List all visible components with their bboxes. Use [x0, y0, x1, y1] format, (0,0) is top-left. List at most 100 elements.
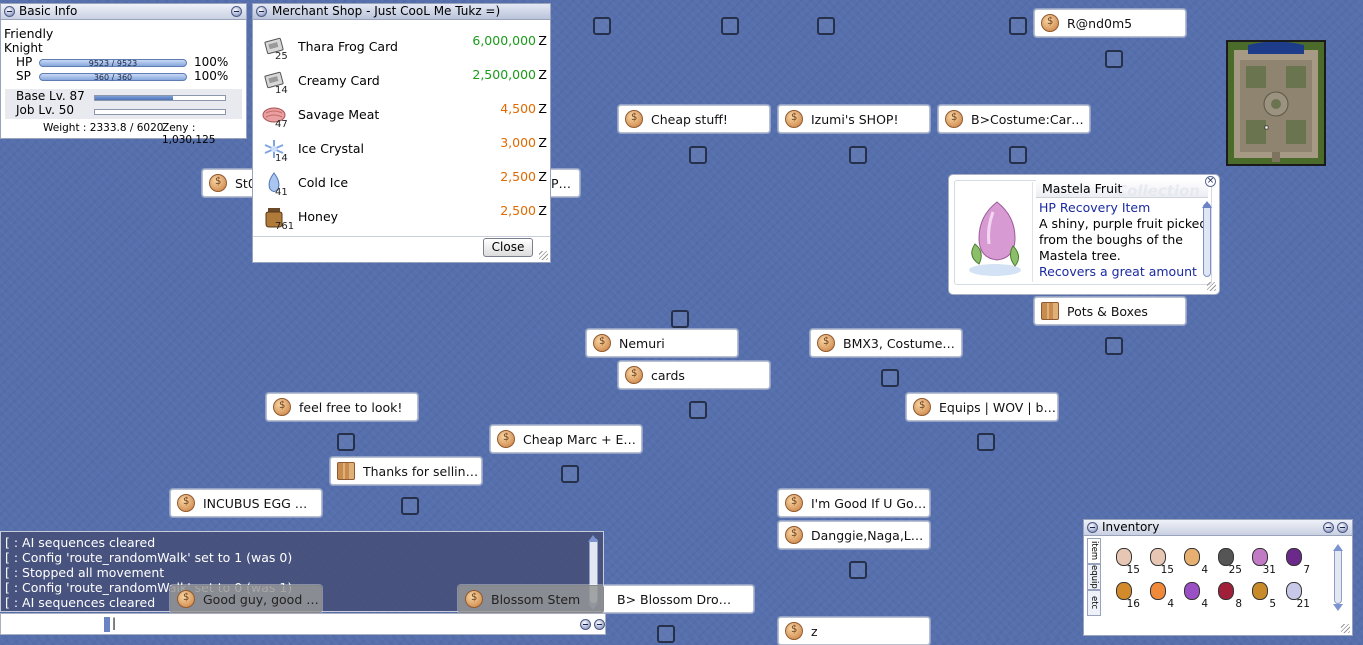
vendor-sign-randoms[interactable]: R@nd0m5 [1034, 9, 1186, 37]
scrollbar[interactable] [1203, 203, 1211, 277]
inventory-title: Inventory [1102, 520, 1160, 534]
vendor-sign-feelfree[interactable]: feel free to look! [266, 393, 418, 421]
inventory-slot[interactable]: 4 [1142, 578, 1174, 610]
vendor-sign-goodguy[interactable]: Good guy, good … [170, 585, 322, 613]
resize-grip-icon[interactable] [1341, 624, 1350, 633]
tab-item[interactable]: item [1087, 538, 1101, 564]
coin-bag-icon [1041, 14, 1059, 32]
cursor-marker [104, 617, 110, 632]
chat-line: [ : AI sequences cleared [5, 535, 156, 550]
item-price: 2,500,000 [472, 67, 536, 82]
item-qty: 14 [275, 85, 288, 96]
shop-item-row[interactable]: 47 Savage Meat 4,500 Z [253, 98, 552, 132]
collapse-icon[interactable] [1323, 522, 1334, 533]
basic-info-title: Basic Info [19, 4, 78, 18]
item-qty: 47 [275, 119, 288, 130]
basic-info-window: Basic Info Friendly Knight HP 9523 / 952… [0, 3, 247, 146]
ground-cell [1009, 146, 1027, 164]
tab-etc[interactable]: etc [1087, 590, 1101, 616]
ground-cell [561, 465, 579, 483]
resize-grip-icon[interactable] [539, 251, 548, 260]
divider [253, 236, 550, 237]
hp-percent: 100% [194, 55, 229, 69]
ground-cell [593, 17, 611, 35]
chat-option-icon[interactable] [580, 619, 591, 630]
minimize-icon[interactable] [4, 6, 15, 17]
vendor-sign-z[interactable]: z [778, 617, 930, 645]
coin-bag-icon [785, 526, 803, 544]
vendor-sign-imgood[interactable]: I'm Good If U Good [778, 489, 930, 517]
inventory-slot[interactable]: 21 [1278, 578, 1310, 610]
vendor-sign-cards[interactable]: cards [618, 361, 770, 389]
shop-titlebar[interactable]: Merchant Shop - Just CooL Me Tukz =) [253, 4, 550, 20]
minimap-image [1228, 42, 1324, 164]
vendor-sign-thanks[interactable]: Thanks for sellin… [330, 457, 482, 485]
vendor-sign-izumi[interactable]: Izumi's SHOP! [778, 105, 930, 133]
vendor-sign-blossomdro[interactable]: B> Blossom Dro… [602, 585, 754, 613]
item-desc-line: Mastela tree. [1039, 248, 1121, 263]
coin-bag-icon [625, 110, 643, 128]
inventory-slot[interactable]: 15 [1142, 544, 1174, 576]
vendor-sign-pots[interactable]: Pots & Boxes [1034, 297, 1186, 325]
vendor-sign-costume[interactable]: B>Costume:Carn… [938, 105, 1090, 133]
close-icon[interactable] [1337, 522, 1348, 533]
scroll-up-icon[interactable] [1333, 544, 1343, 551]
char-job: Knight [4, 41, 43, 55]
close-button[interactable]: Close [483, 238, 533, 257]
inventory-slot[interactable]: 4 [1176, 578, 1208, 610]
vendor-sign-blossomstem[interactable]: Blossom Stem [458, 585, 604, 613]
vendor-sign-cheapmarc[interactable]: Cheap Marc + E… [490, 425, 642, 453]
vendor-sign-bmx3[interactable]: BMX3, Costume… [810, 329, 962, 357]
crate-icon [1041, 302, 1059, 320]
coin-bag-icon [785, 110, 803, 128]
item-qty: 5 [1269, 598, 1276, 610]
close-icon[interactable]: × [1205, 176, 1216, 187]
inventory-slot[interactable]: 25 [1210, 544, 1242, 576]
currency-label: Z [538, 169, 547, 184]
shop-item-row[interactable]: 25 Thara Frog Card 6,000,000 Z [253, 30, 552, 64]
inventory-slot[interactable]: 31 [1244, 544, 1276, 576]
scroll-down-icon[interactable] [1333, 604, 1343, 611]
vendor-sign-equips[interactable]: Equips | WOV | b… [906, 393, 1058, 421]
inventory-slot[interactable]: 15 [1108, 544, 1140, 576]
coin-bag-icon [465, 590, 483, 608]
minimize-icon[interactable] [256, 6, 267, 17]
job-level: Job Lv. 50 [16, 103, 75, 117]
inventory-slot[interactable]: 8 [1210, 578, 1242, 610]
tab-equip[interactable]: equip [1087, 564, 1101, 590]
resize-grip-icon[interactable] [1207, 282, 1216, 291]
inventory-titlebar[interactable]: Inventory [1084, 520, 1352, 536]
currency-label: Z [538, 135, 547, 150]
shop-item-row[interactable]: 761 Honey 2,500 Z [253, 200, 552, 234]
ground-cell [689, 401, 707, 419]
shop-item-row[interactable]: 14 Creamy Card 2,500,000 Z [253, 64, 552, 98]
feather-icon [1184, 548, 1200, 566]
coin-bag-icon [177, 494, 195, 512]
basic-info-titlebar[interactable]: Basic Info [1, 4, 246, 20]
chat-option-icon[interactable] [594, 619, 605, 630]
inventory-slot[interactable]: 4 [1176, 544, 1208, 576]
sp-value: 360 / 360 [93, 73, 133, 82]
chat-input[interactable]: | [0, 613, 606, 635]
inventory-slot[interactable]: 16 [1108, 578, 1140, 610]
shop-item-row[interactable]: 14 Ice Crystal 3,000 Z [253, 132, 552, 166]
inventory-slot[interactable]: 7 [1278, 544, 1310, 576]
coin-bag-icon [785, 494, 803, 512]
scroll-up-icon[interactable] [588, 535, 598, 542]
vendor-sign-incubus[interactable]: INCUBUS EGG … [170, 489, 322, 517]
base-level: Base Lv. 87 [16, 89, 85, 103]
vendor-sign-danggie[interactable]: Danggie,Naga,L… [778, 521, 930, 549]
minimize-icon[interactable] [1087, 522, 1098, 533]
currency-label: Z [538, 67, 547, 82]
vendor-sign-nemuri[interactable]: Nemuri [586, 329, 738, 357]
minimap[interactable] [1226, 40, 1326, 166]
scroll-up-icon[interactable] [1202, 201, 1212, 208]
inventory-slot[interactable]: 5 [1244, 578, 1276, 610]
ground-cell [337, 433, 355, 451]
vendor-sign-cheap[interactable]: Cheap stuff! [618, 105, 770, 133]
item-desc-line: from the boughs of the [1039, 232, 1183, 247]
shop-item-row[interactable]: 41 Cold Ice 2,500 Z [253, 166, 552, 200]
collapse-icon[interactable] [231, 6, 242, 17]
item-name: Creamy Card [298, 73, 380, 88]
inventory-scrollbar[interactable] [1334, 548, 1342, 604]
